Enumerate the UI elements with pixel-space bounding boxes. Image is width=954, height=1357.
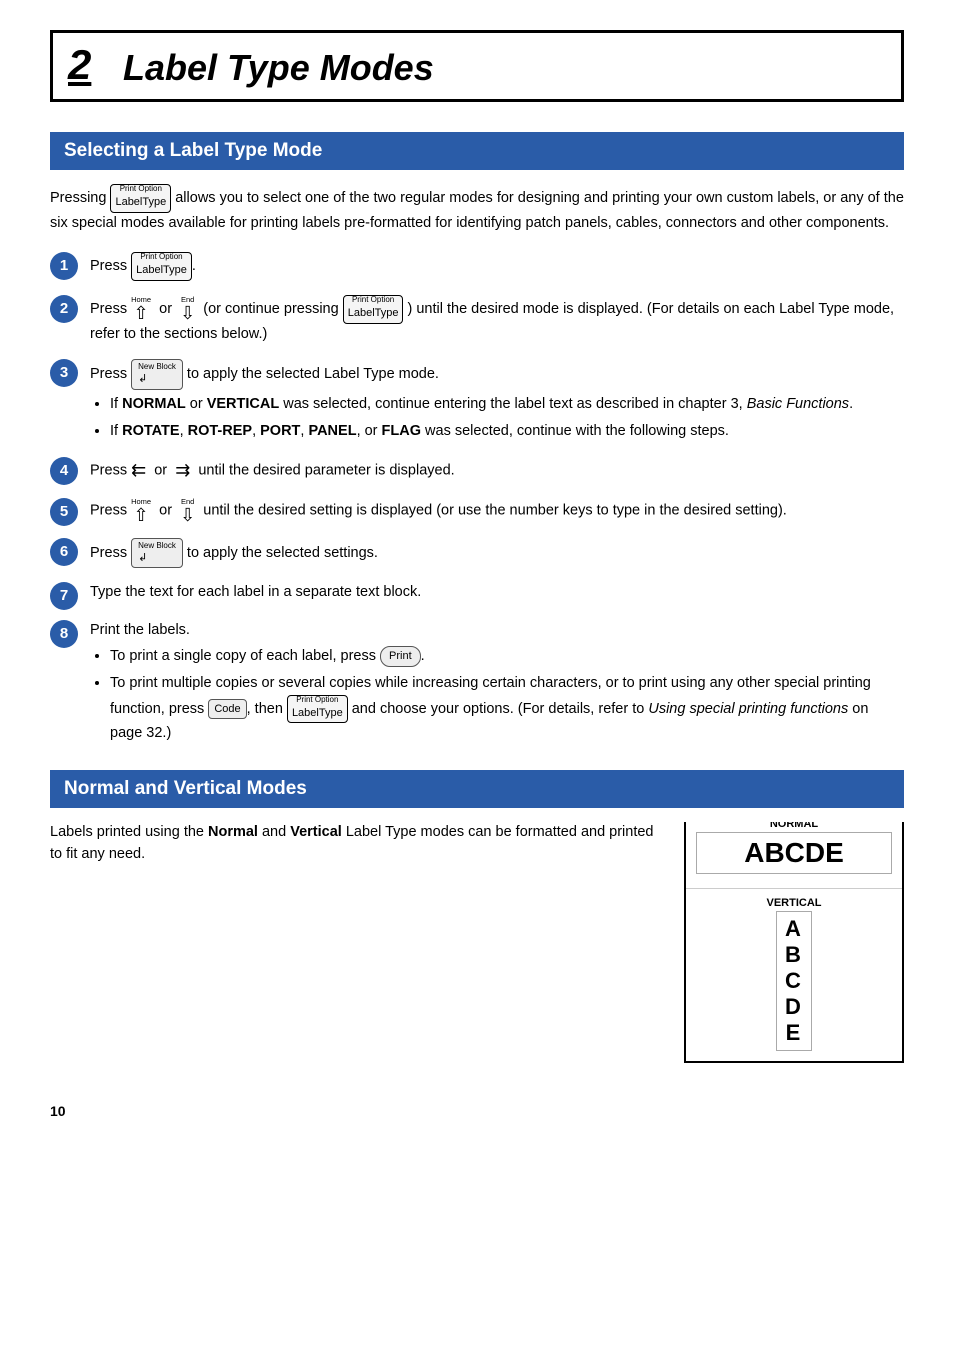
step-num-5: 5	[50, 498, 78, 526]
step-num-7: 7	[50, 582, 78, 610]
step-num-8: 8	[50, 620, 78, 648]
step-num-3: 3	[50, 359, 78, 387]
page-number: 10	[50, 1103, 904, 1119]
normal-vertical-diagram: NORMAL ABCDE VERTICAL A B C D E	[684, 822, 904, 1063]
section1-header: Selecting a Label Type Mode	[50, 132, 904, 170]
vertical-text-box: A B C D E	[776, 911, 812, 1051]
step-8-body: Print the labels. To print a single copy…	[90, 620, 904, 750]
step-8-bullets: To print a single copy of each label, pr…	[110, 646, 904, 745]
chapter-title-box: 2 Label Type Modes	[50, 30, 904, 102]
chapter-title: Label Type Modes	[113, 47, 434, 88]
section1-intro: Pressing Print Option LabelType allows y…	[50, 184, 904, 234]
chapter-number: 2	[68, 41, 91, 89]
label-type-key-s8: Print Option LabelType	[287, 695, 348, 724]
print-key: Print	[380, 646, 421, 667]
normal-text: ABCDE	[696, 832, 892, 874]
step-3: 3 Press New Block ↲ to apply the selecte…	[50, 359, 904, 447]
print-option-label: Print Option	[115, 185, 166, 193]
step-3-bullets: If NORMAL or VERTICAL was selected, cont…	[110, 394, 904, 443]
vertical-text: A B C D E	[785, 916, 803, 1046]
step-7: 7 Type the text for each label in a sepa…	[50, 582, 904, 610]
code-key: Code	[208, 699, 246, 720]
steps-list: 1 Press Print Option LabelType . 2 Press…	[50, 252, 904, 750]
step-2: 2 Press Home ⇧ or End ⇩ (or continue pre…	[50, 295, 904, 349]
section2-content: NORMAL ABCDE VERTICAL A B C D E Labels	[50, 822, 904, 1063]
home-up-arrow-s5: Home ⇧	[131, 498, 151, 524]
section1-content: Pressing Print Option LabelType allows y…	[50, 184, 904, 750]
step-num-6: 6	[50, 538, 78, 566]
end-down-arrow: End ⇩	[180, 296, 195, 322]
step-num-4: 4	[50, 457, 78, 485]
normal-row: NORMAL ABCDE	[686, 822, 902, 884]
step-6: 6 Press New Block ↲ to apply the selecte…	[50, 538, 904, 573]
step-1: 1 Press Print Option LabelType .	[50, 252, 904, 285]
step-5-body: Press Home ⇧ or End ⇩ until the desired …	[90, 498, 904, 528]
end-down-arrow-s5: End ⇩	[180, 498, 195, 524]
normal-label: NORMAL	[696, 822, 892, 830]
home-up-arrow: Home ⇧	[131, 296, 151, 322]
enter-key-s6: New Block ↲	[131, 538, 183, 569]
left-tab-arrow: ⇇	[131, 457, 146, 484]
vertical-row: VERTICAL A B C D E	[686, 893, 902, 1061]
step-4: 4 Press ⇇ or ⇉ until the desired paramet…	[50, 457, 904, 488]
step-7-body: Type the text for each label in a separa…	[90, 582, 904, 608]
right-tab-arrow: ⇉	[175, 457, 190, 484]
step-2-body: Press Home ⇧ or End ⇩ (or continue press…	[90, 295, 904, 349]
step-1-body: Press Print Option LabelType .	[90, 252, 904, 285]
step-num-2: 2	[50, 295, 78, 323]
step-8: 8 Print the labels. To print a single co…	[50, 620, 904, 750]
step-4-body: Press ⇇ or ⇉ until the desired parameter…	[90, 457, 904, 488]
enter-key-s3: New Block ↲	[131, 359, 183, 390]
step-num-1: 1	[50, 252, 78, 280]
step-5: 5 Press Home ⇧ or End ⇩ until the desire…	[50, 498, 904, 528]
label-type-key-intro: Print Option LabelType	[110, 184, 171, 213]
label-type-key-s1: Print Option LabelType	[131, 252, 192, 281]
diagram-divider	[686, 888, 902, 889]
section2-header: Normal and Vertical Modes	[50, 770, 904, 808]
section2: Normal and Vertical Modes NORMAL ABCDE V…	[50, 770, 904, 1063]
step-6-body: Press New Block ↲ to apply the selected …	[90, 538, 904, 573]
vertical-label: VERTICAL	[767, 897, 822, 909]
label-type-key-s2: Print Option LabelType	[343, 295, 404, 324]
step-3-body: Press New Block ↲ to apply the selected …	[90, 359, 904, 447]
